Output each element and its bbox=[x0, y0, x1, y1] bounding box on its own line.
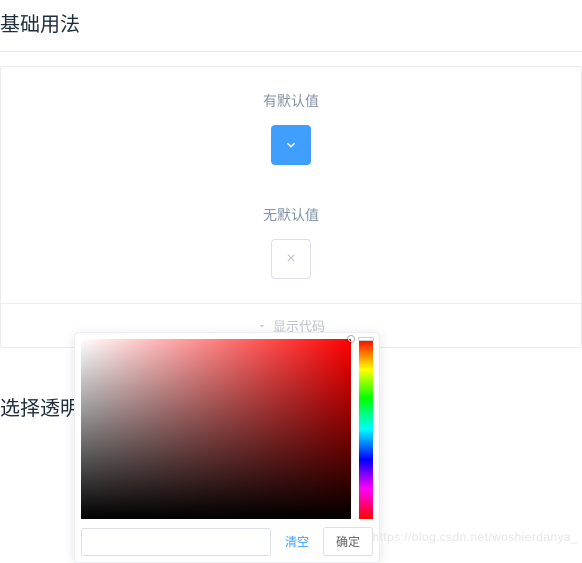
hue-slider[interactable] bbox=[359, 339, 373, 519]
watermark: https://blog.csdn.net/woshierdanya_ bbox=[373, 530, 578, 544]
sv-cursor[interactable] bbox=[348, 336, 354, 342]
group-with-default: 有默认值 bbox=[21, 91, 561, 165]
color-picker-panel: 清空 确定 bbox=[74, 332, 380, 563]
label-with-default: 有默认值 bbox=[263, 91, 319, 111]
demo-block: 有默认值 无默认值 × 显示代码 bbox=[0, 66, 582, 348]
chevron-down-icon bbox=[284, 138, 298, 152]
caret-down-icon bbox=[257, 321, 267, 331]
color-picker-trigger-empty[interactable]: × bbox=[271, 239, 311, 279]
demo-content: 有默认值 无默认值 × bbox=[1, 67, 581, 303]
hue-thumb[interactable] bbox=[358, 337, 374, 341]
close-icon: × bbox=[286, 251, 295, 267]
color-hex-input[interactable] bbox=[81, 528, 271, 556]
clear-button[interactable]: 清空 bbox=[279, 533, 315, 550]
saturation-value-panel[interactable] bbox=[81, 339, 351, 519]
section-title-basic: 基础用法 bbox=[0, 0, 582, 52]
label-no-default: 无默认值 bbox=[263, 205, 319, 225]
color-picker-trigger-filled[interactable] bbox=[271, 125, 311, 165]
picker-body bbox=[81, 339, 373, 519]
group-no-default: 无默认值 × bbox=[21, 205, 561, 279]
